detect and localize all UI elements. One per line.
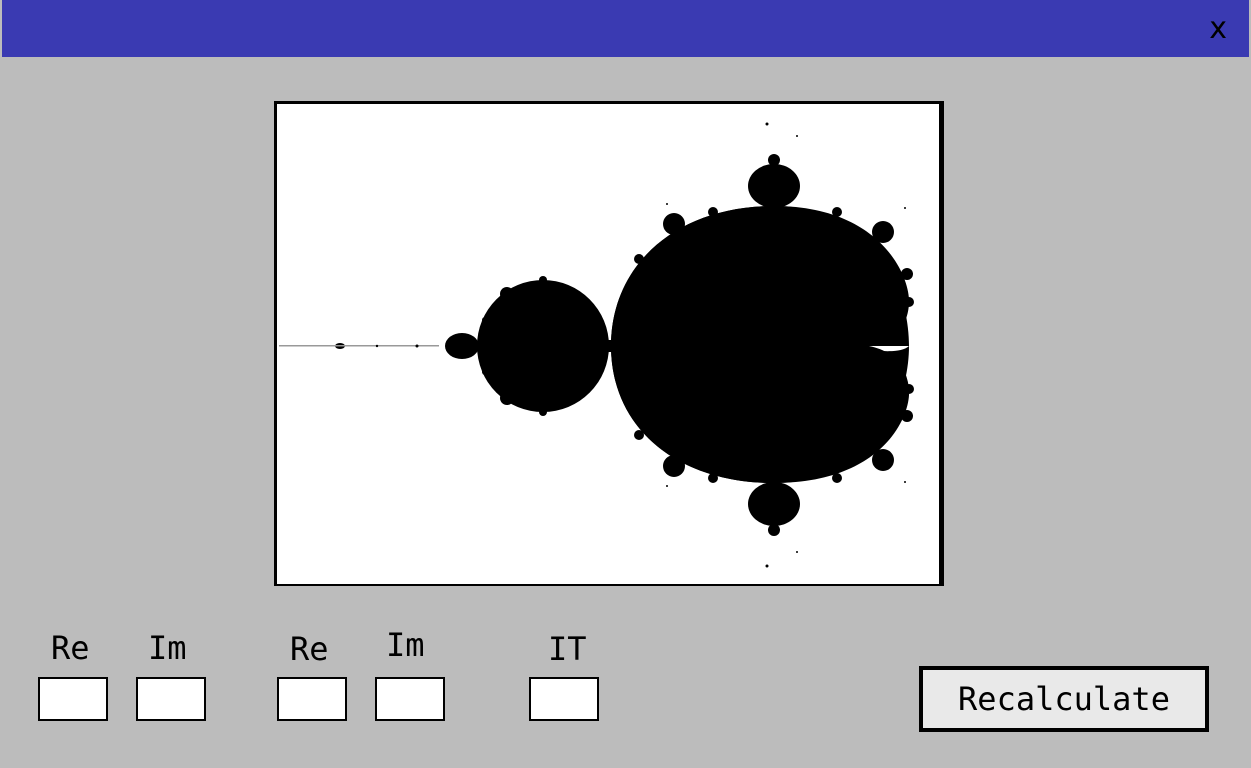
max-im-label: Im	[386, 626, 425, 664]
max-im-field[interactable]	[375, 677, 445, 721]
min-im-field[interactable]	[136, 677, 206, 721]
max-re-label: Re	[290, 630, 329, 668]
min-re-label: Re	[51, 629, 90, 667]
min-im-label: Im	[148, 629, 187, 667]
min-re-field[interactable]	[38, 677, 108, 721]
iterations-field[interactable]	[529, 677, 599, 721]
max-re-field[interactable]	[277, 677, 347, 721]
iterations-label: IT	[548, 630, 587, 668]
title-bar: x	[2, 0, 1249, 57]
fractal-canvas[interactable]	[274, 101, 944, 586]
mandelbrot-image	[277, 104, 939, 584]
period-2-bulb	[477, 280, 609, 412]
recalculate-button[interactable]: Recalculate	[919, 666, 1209, 732]
close-button[interactable]: x	[1209, 10, 1227, 48]
